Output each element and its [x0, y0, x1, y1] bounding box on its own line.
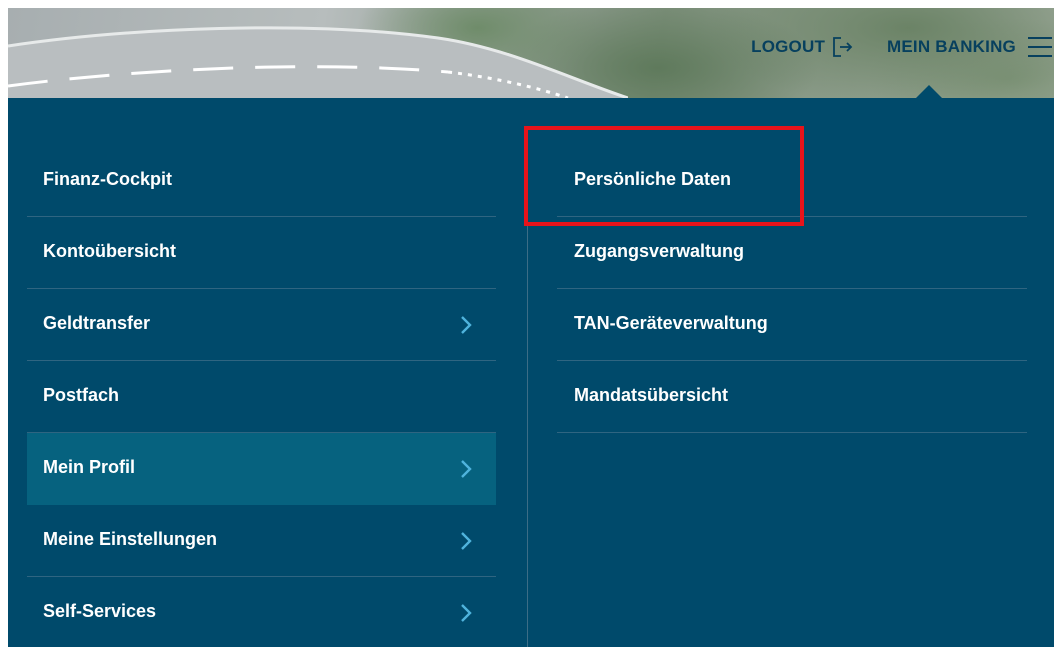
menu-item-kontouebersicht[interactable]: Kontoübersicht — [27, 217, 496, 289]
road-background-image — [8, 26, 628, 98]
header-banner: LOGOUT MEIN BANKING — [8, 8, 1054, 99]
menu-item-label: Kontoübersicht — [43, 241, 176, 261]
mein-banking-label: MEIN BANKING — [887, 37, 1016, 56]
menu-item-geldtransfer[interactable]: Geldtransfer — [27, 289, 496, 361]
main-menu-list: Finanz-Cockpit Kontoübersicht Geldtransf… — [27, 145, 496, 647]
dropdown-caret — [915, 85, 943, 99]
submenu-item-mandatsuebersicht[interactable]: Mandatsübersicht — [557, 361, 1027, 433]
mein-banking-menu-button[interactable]: MEIN BANKING — [887, 35, 1054, 59]
submenu-item-label: TAN-Geräteverwaltung — [574, 313, 768, 333]
chevron-right-icon — [461, 604, 472, 622]
app-frame: LOGOUT MEIN BANKING Finanz-Cockpit Konto… — [8, 8, 1054, 647]
submenu-item-zugangsverwaltung[interactable]: Zugangsverwaltung — [557, 217, 1027, 289]
column-divider — [527, 126, 528, 647]
hamburger-menu-icon — [1028, 37, 1052, 57]
menu-item-mein-profil[interactable]: Mein Profil — [27, 433, 496, 505]
header-actions: LOGOUT MEIN BANKING — [751, 32, 1054, 62]
submenu-item-persoenliche-daten[interactable]: Persönliche Daten — [557, 145, 1027, 217]
menu-item-label: Meine Einstellungen — [43, 529, 218, 549]
menu-item-label: Finanz-Cockpit — [43, 169, 172, 189]
chevron-right-icon — [461, 316, 472, 334]
menu-item-finanz-cockpit[interactable]: Finanz-Cockpit — [27, 145, 496, 217]
submenu-item-label: Mandatsübersicht — [574, 385, 729, 405]
logout-icon — [833, 37, 853, 57]
banking-menu-panel: Finanz-Cockpit Kontoübersicht Geldtransf… — [8, 98, 1054, 647]
menu-item-postfach[interactable]: Postfach — [27, 361, 496, 433]
menu-item-label: Geldtransfer — [43, 313, 151, 333]
menu-item-meine-einstellungen[interactable]: Meine Einstellungen — [27, 505, 496, 577]
submenu-item-tan-geraeteverwaltung[interactable]: TAN-Geräteverwaltung — [557, 289, 1027, 361]
chevron-right-icon — [461, 532, 472, 550]
menu-item-label: Mein Profil — [43, 457, 136, 477]
menu-item-label: Self-Services — [43, 601, 157, 621]
submenu-item-label: Zugangsverwaltung — [574, 241, 745, 261]
menu-item-self-services[interactable]: Self-Services — [27, 577, 496, 647]
logout-button[interactable]: LOGOUT — [751, 36, 855, 58]
submenu-item-label: Persönliche Daten — [574, 169, 732, 189]
submenu-list-mein-profil: Persönliche Daten Zugangsverwaltung TAN-… — [557, 145, 1027, 433]
menu-item-label: Postfach — [43, 385, 120, 405]
chevron-right-icon — [461, 460, 472, 478]
logout-label: LOGOUT — [751, 37, 826, 56]
